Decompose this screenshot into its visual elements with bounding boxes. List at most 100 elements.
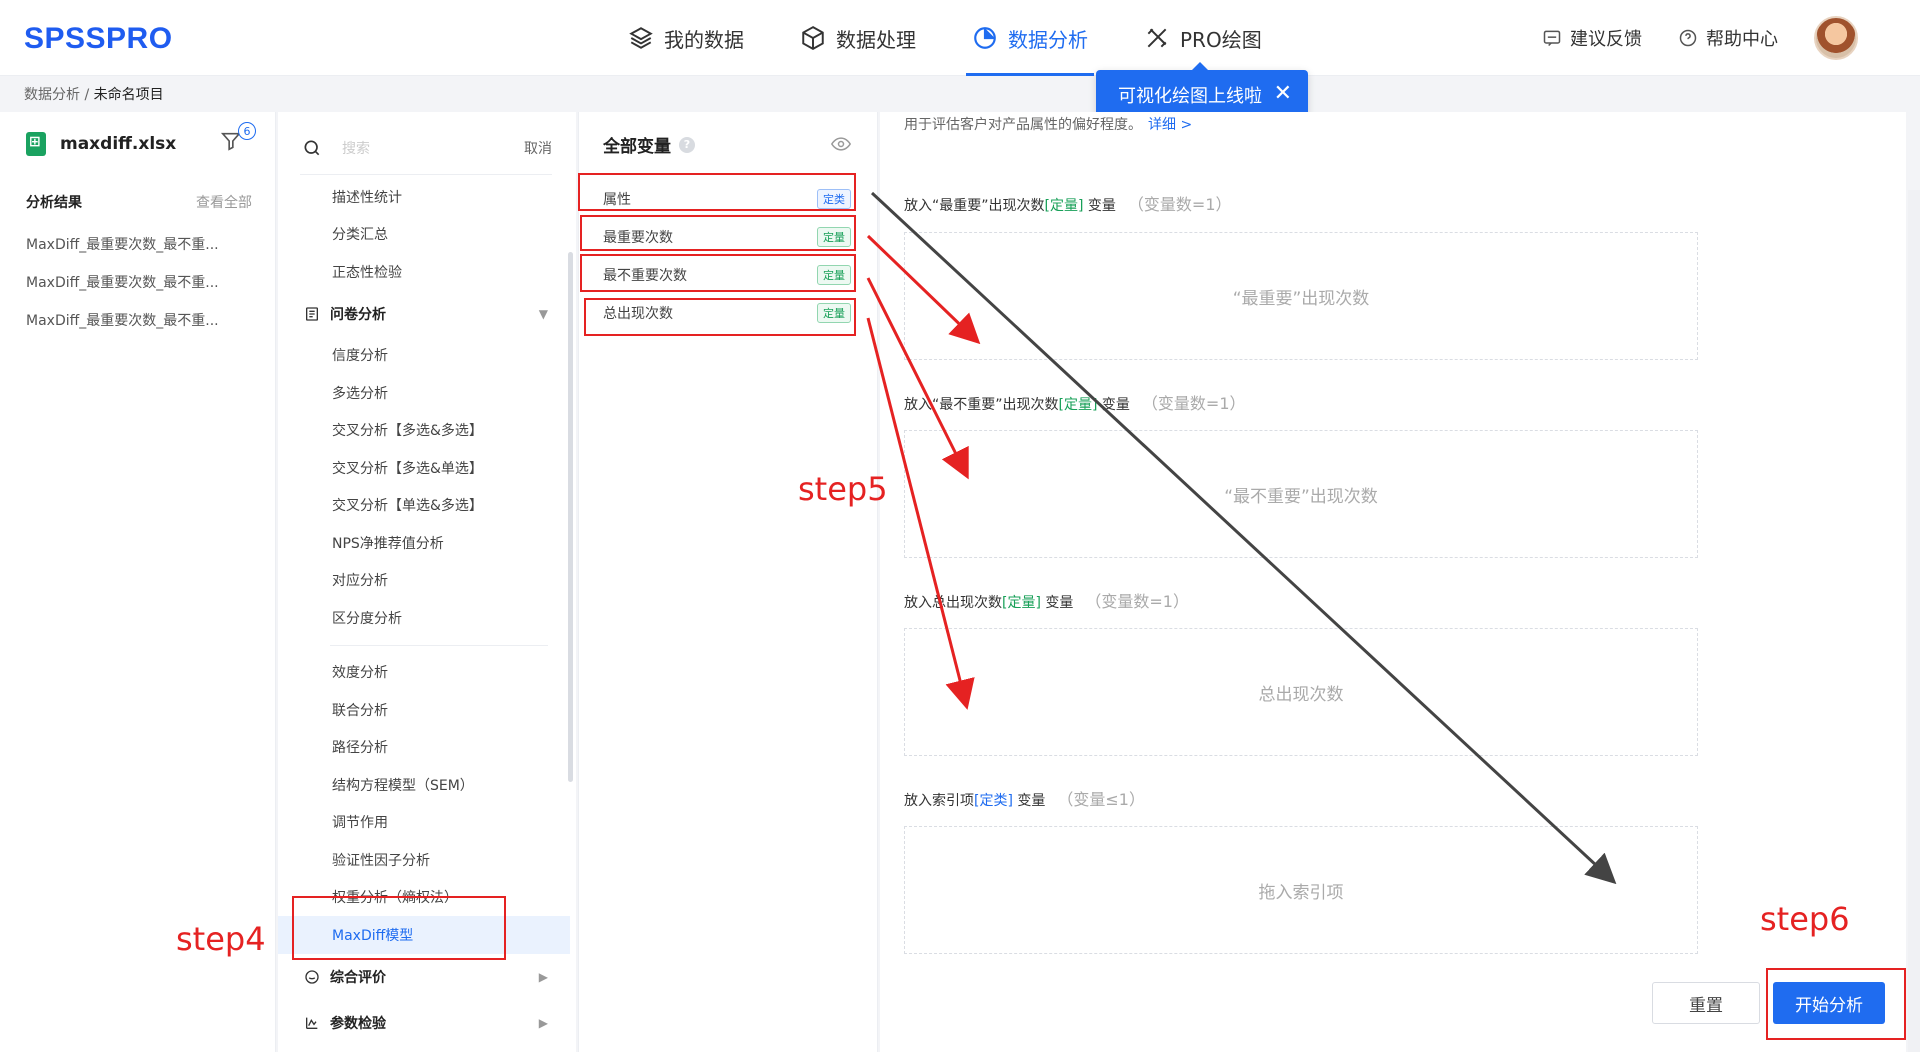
file-sidebar: maxdiff.xlsx 6 分析结果 查看全部 MaxDiff_最重要次数_最…: [0, 112, 276, 1052]
menu-scrollbar[interactable]: [568, 252, 573, 782]
menu-item[interactable]: 信度分析: [278, 337, 570, 375]
menu-item[interactable]: 交叉分析【多选&多选】: [278, 412, 570, 450]
search-input[interactable]: 搜索: [342, 138, 524, 158]
help-label: 帮助中心: [1706, 29, 1778, 50]
menu-item[interactable]: NPS净推荐值分析: [278, 524, 570, 562]
nav-my-data[interactable]: 我的数据: [600, 0, 772, 76]
variables-title: 全部变量 ?: [603, 132, 695, 157]
zone-count: （变量数=1）: [1127, 195, 1232, 214]
nav-data-analysis[interactable]: 数据分析: [944, 0, 1116, 76]
spreadsheet-icon: [26, 132, 46, 156]
variable-name: 最不重要次数: [603, 268, 687, 284]
method-description: 用于评估客户对产品属性的偏好程度。 详细 >: [904, 114, 1192, 134]
menu-item[interactable]: 正态性检验: [278, 253, 570, 291]
variable-type-tag: 定类: [817, 189, 851, 209]
menu-group-survey[interactable]: 问卷分析 ▼: [278, 291, 570, 337]
menu-item[interactable]: 联合分析: [278, 691, 570, 729]
close-icon[interactable]: ✕: [1274, 82, 1292, 106]
help-center-link[interactable]: 帮助中心: [1678, 25, 1778, 51]
menu-item[interactable]: 效度分析: [278, 654, 570, 692]
step6-label: step6: [1760, 900, 1850, 938]
result-item[interactable]: MaxDiff_最重要次数_最不重...: [26, 234, 256, 272]
zone-count: （变量≤1）: [1057, 790, 1145, 809]
menu-item[interactable]: 路径分析: [278, 729, 570, 767]
eye-icon[interactable]: [831, 136, 851, 152]
drop-zone-least-important[interactable]: “最不重要”出现次数: [904, 430, 1698, 558]
breadcrumb-parent[interactable]: 数据分析: [24, 87, 80, 103]
result-item[interactable]: MaxDiff_最重要次数_最不重...: [26, 310, 256, 348]
nav-label: 数据处理: [836, 27, 916, 52]
zone-tag: [定类]: [974, 793, 1013, 809]
variable-item[interactable]: 属性 定类: [595, 180, 865, 218]
zone-label: 放入“最重要”出现次数[定量] 变量 （变量数=1）: [904, 191, 1232, 215]
zone-suffix: 变量: [1097, 397, 1130, 413]
menu-group-evaluation[interactable]: 综合评价 ▶: [278, 954, 570, 1000]
cube-icon: [802, 26, 824, 50]
feedback-label: 建议反馈: [1570, 29, 1642, 50]
menu-item-maxdiff[interactable]: MaxDiff模型: [278, 916, 570, 954]
menu-item[interactable]: 区分度分析: [278, 599, 570, 637]
reset-button[interactable]: 重置: [1652, 982, 1760, 1024]
breadcrumb: 数据分析 / 未命名项目: [24, 84, 164, 104]
chat-circle-icon: [305, 969, 319, 984]
zone-suffix: 变量: [1012, 793, 1046, 809]
menu-item[interactable]: 交叉分析【单选&多选】: [278, 487, 570, 525]
menu-group-parametric[interactable]: 参数检验 ▶: [278, 1000, 570, 1046]
zone-prefix: 放入索引项: [904, 793, 974, 809]
cancel-search-button[interactable]: 取消: [524, 138, 552, 158]
method-search: 搜索 取消: [302, 132, 552, 164]
menu-item[interactable]: 多选分析: [278, 374, 570, 412]
results-list: MaxDiff_最重要次数_最不重... MaxDiff_最重要次数_最不重..…: [26, 234, 256, 348]
menu-item[interactable]: 分类汇总: [278, 216, 570, 254]
method-menu: 描述性统计 分类汇总 正态性检验 问卷分析 ▼ 信度分析 多选分析 交叉分析【多…: [278, 178, 570, 1046]
breadcrumb-current: 未命名项目: [93, 87, 164, 103]
zone-prefix: 放入“最不重要”出现次数: [904, 397, 1059, 413]
step4-label: step4: [176, 920, 266, 958]
caret-right-icon: ▶: [538, 969, 548, 984]
nav-label: PRO绘图: [1180, 27, 1262, 52]
pie-chart-icon: [974, 27, 996, 49]
menu-item[interactable]: 描述性统计: [278, 178, 570, 216]
start-analysis-button[interactable]: 开始分析: [1773, 982, 1885, 1024]
help-icon[interactable]: ?: [679, 136, 695, 153]
menu-item[interactable]: 调节作用: [278, 804, 570, 842]
drop-zone-index[interactable]: 拖入索引项: [904, 826, 1698, 954]
variable-type-tag: 定量: [817, 227, 851, 247]
detail-link[interactable]: 详细 >: [1148, 117, 1192, 133]
menu-item[interactable]: 验证性因子分析: [278, 841, 570, 879]
menu-item[interactable]: 交叉分析【多选&单选】: [278, 449, 570, 487]
file-name: maxdiff.xlsx: [60, 134, 177, 154]
drop-zone-total[interactable]: 总出现次数: [904, 628, 1698, 756]
feedback-link[interactable]: 建议反馈: [1542, 25, 1642, 51]
nav-data-processing[interactable]: 数据处理: [772, 0, 944, 76]
menu-item[interactable]: 结构方程模型（SEM）: [278, 766, 570, 804]
divider: [330, 644, 548, 646]
clipboard-icon: [306, 306, 318, 321]
zone-tag: [定量]: [1002, 595, 1041, 611]
main-nav: 我的数据 数据处理 数据分析 PRO绘图: [600, 0, 1290, 76]
zone-count: （变量数=1）: [1085, 592, 1189, 611]
header-right: 建议反馈 帮助中心: [1542, 0, 1858, 76]
results-header: 分析结果 查看全部: [26, 192, 252, 212]
spsspro-logo[interactable]: SPSSPRO: [24, 22, 173, 56]
method-panel: 搜索 取消 描述性统计 分类汇总 正态性检验 问卷分析 ▼ 信度分析 多选分析 …: [278, 112, 576, 1052]
group-label: 问卷分析: [330, 306, 386, 323]
page-scrollbar[interactable]: [1908, 190, 1920, 1052]
view-all-link[interactable]: 查看全部: [196, 192, 252, 212]
menu-item[interactable]: 权重分析（熵权法）: [278, 879, 570, 917]
variable-item[interactable]: 总出现次数 定量: [595, 294, 865, 332]
user-avatar[interactable]: [1814, 16, 1858, 60]
drop-zone-most-important[interactable]: “最重要”出现次数: [904, 232, 1698, 360]
nav-label: 我的数据: [664, 27, 744, 52]
variables-panel: 全部变量 ? 属性 定类 最重要次数 定量 最不重要次数 定量 总出现次数 定量: [578, 112, 878, 1052]
description-text: 用于评估客户对产品属性的偏好程度。: [904, 117, 1142, 133]
popup-text: 可视化绘图上线啦: [1118, 86, 1262, 107]
variable-name: 属性: [603, 192, 631, 208]
file-selector[interactable]: maxdiff.xlsx: [26, 132, 176, 156]
filter-button[interactable]: 6: [220, 122, 256, 156]
zone-prefix: 放入总出现次数: [904, 595, 1002, 611]
result-item[interactable]: MaxDiff_最重要次数_最不重...: [26, 272, 256, 310]
variable-item[interactable]: 最重要次数 定量: [595, 218, 865, 256]
variable-item[interactable]: 最不重要次数 定量: [595, 256, 865, 294]
menu-item[interactable]: 对应分析: [278, 562, 570, 600]
